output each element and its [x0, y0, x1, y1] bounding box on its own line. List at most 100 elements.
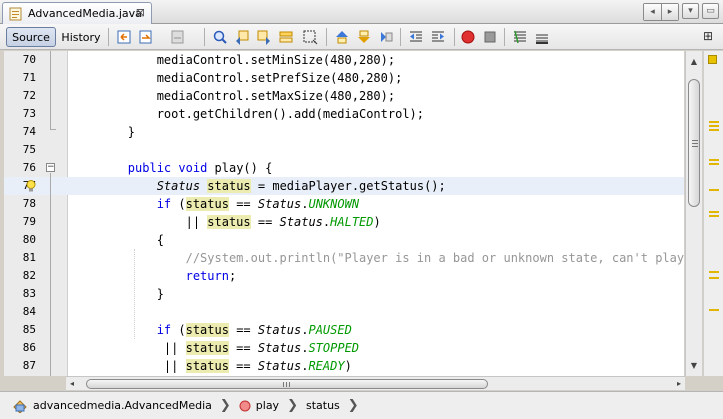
editor-toolbar: Source History ⊞ — [0, 24, 723, 50]
toggle-rectangular-selection-icon[interactable] — [302, 29, 318, 45]
start-macro-recording-icon[interactable] — [460, 29, 476, 45]
code-token: root.getChildren().add(mediaControl); — [70, 107, 425, 121]
code-line[interactable]: 76 public void play() { — [4, 159, 684, 177]
code-line[interactable]: 70 mediaControl.setMinSize(480,280); — [4, 51, 684, 69]
line-number: 76 — [22, 161, 36, 174]
code-line[interactable]: 87 || status == Status.READY) — [4, 357, 684, 375]
previous-bookmark-icon[interactable] — [334, 29, 350, 45]
vertical-scroll-thumb[interactable] — [688, 79, 700, 207]
code-line[interactable]: 71 mediaControl.setPrefSize(480,280); — [4, 69, 684, 87]
back-icon[interactable] — [138, 29, 154, 45]
code-editor[interactable]: 70 mediaControl.setMinSize(480,280); 71 m… — [4, 51, 684, 376]
code-text: //System.out.println("Player is in a bad… — [70, 249, 684, 267]
expand-toolbar-icon[interactable]: ⊞ — [703, 29, 717, 43]
code-line[interactable]: 77 Status status = mediaPlayer.getStatus… — [4, 177, 684, 195]
scroll-up-icon[interactable]: ▲ — [686, 53, 702, 69]
code-token: STOPPED — [308, 341, 360, 355]
code-line[interactable]: 72 mediaControl.setMaxSize(480,280); — [4, 87, 684, 105]
code-line[interactable]: 80 { — [4, 231, 684, 249]
variable-occurrence: status — [185, 323, 229, 337]
stop-macro-recording-icon[interactable] — [482, 29, 498, 45]
toggle-bookmark-icon[interactable] — [378, 29, 394, 45]
code-token: mediaControl.setMinSize(480,280); — [70, 53, 396, 67]
line-number: 87 — [22, 359, 36, 372]
code-fold-toggle[interactable]: − — [46, 163, 55, 172]
code-line[interactable]: 81 //System.out.println("Player is in a … — [4, 249, 684, 267]
code-token: ; — [228, 269, 237, 283]
maximize-window-button[interactable]: ▭ — [702, 3, 719, 19]
code-line[interactable]: 83 } — [4, 285, 684, 303]
last-edit-icon[interactable] — [116, 29, 132, 45]
error-stripe[interactable] — [703, 51, 723, 376]
stripe-mark[interactable] — [709, 129, 719, 131]
scroll-tabs-left-button[interactable]: ◂ — [644, 4, 661, 20]
horizontal-scrollbar[interactable]: ◂ ▸ — [66, 376, 685, 390]
code-line[interactable]: 84 — [4, 303, 684, 321]
code-token: PAUSED — [308, 323, 352, 337]
stripe-mark[interactable] — [709, 215, 719, 217]
breadcrumb-variable[interactable]: status — [306, 399, 340, 412]
code-text: || status == Status.STOPPED — [70, 339, 359, 357]
tab-close-icon[interactable]: ⊠ — [136, 6, 145, 19]
tab-list-dropdown-button[interactable]: ▾ — [682, 3, 699, 19]
code-line[interactable]: 75 — [4, 141, 684, 159]
tab-advancedmedia-java[interactable]: AdvancedMedia.java ⊠ — [2, 2, 152, 24]
warning-status-icon[interactable] — [708, 55, 717, 64]
navigation-breadcrumb: advancedmedia.AdvancedMedia ❯ play ❯ sta… — [0, 391, 723, 419]
stripe-mark[interactable] — [709, 211, 719, 213]
line-number: 79 — [22, 215, 36, 228]
stripe-mark[interactable] — [709, 271, 719, 273]
find-next-icon[interactable] — [256, 29, 272, 45]
scroll-right-icon[interactable]: ▸ — [677, 379, 681, 388]
code-line[interactable]: 74 } — [4, 123, 684, 141]
stripe-mark[interactable] — [709, 163, 719, 165]
find-selection-icon[interactable] — [212, 29, 228, 45]
code-line[interactable]: 86 || status == Status.STOPPED — [4, 339, 684, 357]
code-token: Status — [257, 341, 302, 355]
forward-icon[interactable] — [170, 29, 186, 45]
comment-icon[interactable] — [512, 29, 528, 45]
scroll-left-icon[interactable]: ◂ — [70, 379, 74, 388]
code-token: if — [156, 197, 172, 211]
code-token: Status — [156, 179, 201, 193]
next-bookmark-icon[interactable] — [356, 29, 372, 45]
source-view-button[interactable]: Source — [6, 27, 56, 47]
stripe-mark[interactable] — [709, 121, 719, 123]
line-number: 85 — [22, 323, 36, 336]
code-token: ( — [171, 197, 186, 211]
find-previous-icon[interactable] — [234, 29, 250, 45]
shift-line-right-icon[interactable] — [430, 29, 446, 45]
stripe-mark[interactable] — [709, 277, 719, 279]
stripe-mark[interactable] — [709, 189, 719, 191]
vertical-scrollbar[interactable]: ▲ ▼ — [685, 51, 702, 376]
history-view-button[interactable]: History — [58, 27, 104, 47]
code-token: mediaControl.setMaxSize(480,280); — [70, 89, 396, 103]
uncomment-icon[interactable] — [534, 29, 550, 45]
breadcrumb-class[interactable]: advancedmedia.AdvancedMedia — [12, 399, 212, 413]
breadcrumb-method[interactable]: play — [239, 399, 279, 412]
stripe-mark[interactable] — [709, 309, 719, 311]
line-number: 84 — [22, 305, 36, 318]
code-token: public — [127, 161, 172, 175]
breadcrumb-variable-label: status — [305, 399, 340, 412]
code-text: mediaControl.setMinSize(480,280); — [70, 51, 395, 69]
scroll-down-icon[interactable]: ▼ — [686, 357, 702, 373]
code-line[interactable]: 79 || status == Status.HALTED) — [4, 213, 684, 231]
code-line[interactable]: 82 return; — [4, 267, 684, 285]
code-line[interactable]: 73 root.getChildren().add(mediaControl); — [4, 105, 684, 123]
toggle-highlight-icon[interactable] — [278, 29, 294, 45]
line-number: 71 — [22, 71, 36, 84]
stripe-mark[interactable] — [709, 159, 719, 161]
shift-line-left-icon[interactable] — [408, 29, 424, 45]
line-number: 74 — [22, 125, 36, 138]
code-token: ) — [373, 215, 381, 229]
stripe-mark[interactable] — [709, 125, 719, 127]
hint-lightbulb-icon[interactable] — [26, 180, 36, 192]
code-token: HALTED — [330, 215, 374, 229]
horizontal-scroll-thumb[interactable] — [86, 379, 488, 389]
code-line[interactable]: 85 if (status == Status.PAUSED — [4, 321, 684, 339]
code-line[interactable]: 78 if (status == Status.UNKNOWN — [4, 195, 684, 213]
scroll-tabs-right-button[interactable]: ▸ — [661, 4, 678, 20]
